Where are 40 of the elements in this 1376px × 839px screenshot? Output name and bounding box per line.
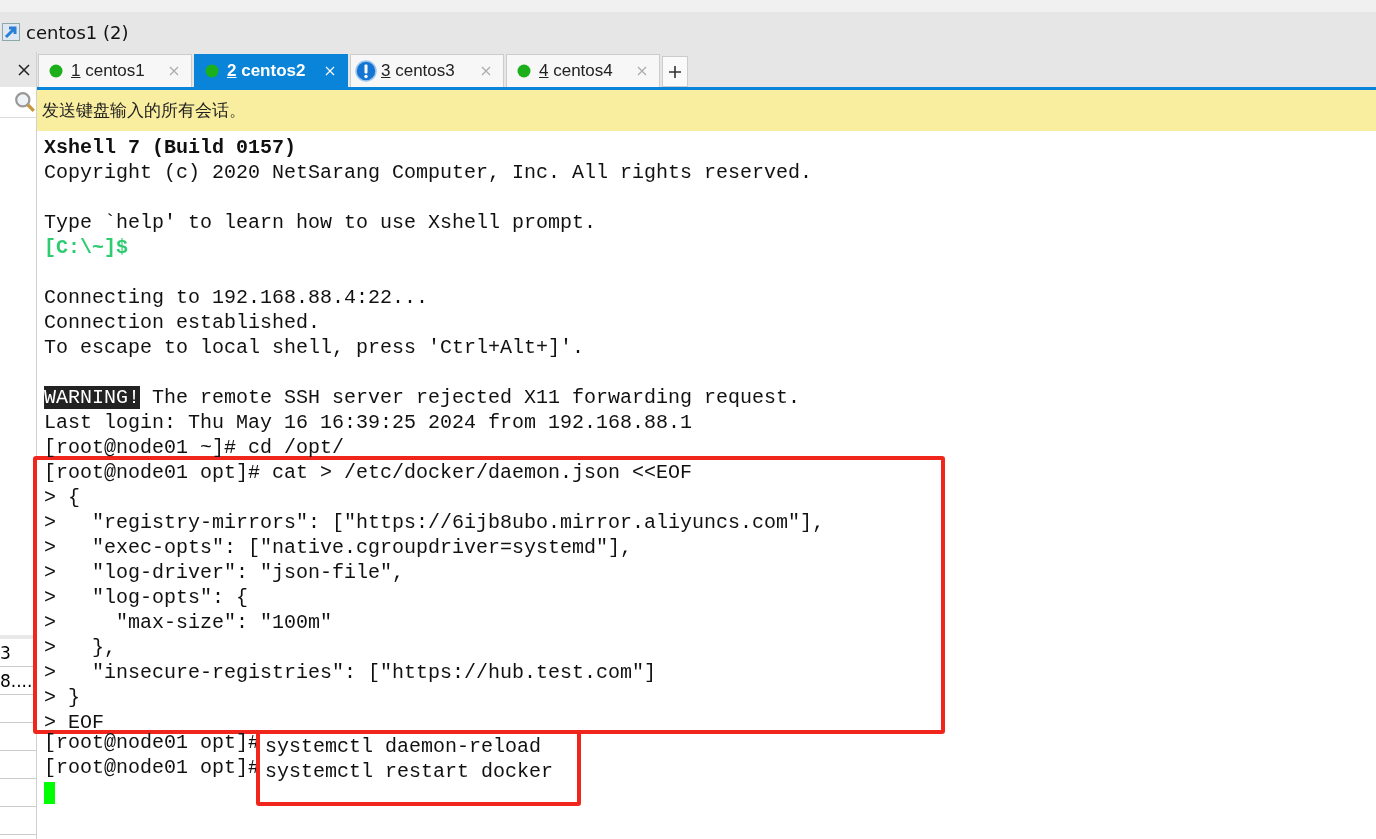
close-icon[interactable] bbox=[18, 63, 30, 76]
list-item[interactable]: 8.... bbox=[0, 670, 33, 691]
window-title: centos1 (2) bbox=[26, 21, 129, 43]
terminal-line: Type `help' to learn how to use Xshell prompt. bbox=[44, 211, 597, 234]
search-icon[interactable] bbox=[14, 91, 36, 113]
terminal-line: > "log-opts": { bbox=[44, 586, 249, 609]
terminal-line: To escape to local shell, press 'Ctrl+Alt+]'. bbox=[44, 336, 585, 359]
terminal-line: > EOF bbox=[44, 711, 104, 734]
terminal-line: > "exec-opts": ["native.cgroupdriver=systemd"], bbox=[44, 536, 633, 559]
notification-banner: 发送键盘输入的所有会话。 bbox=[37, 90, 1376, 131]
terminal-line: The remote SSH server rejected X11 forwarding request. bbox=[151, 386, 801, 409]
terminal-command: systemctl daemon-reload bbox=[265, 735, 542, 758]
terminal-line: [root@node01 opt]# cat > /etc/docker/daemon.json <<EOF bbox=[44, 461, 693, 484]
status-dot-icon bbox=[205, 64, 219, 78]
terminal-line: > "insecure-registries": ["https://hub.test.com"] bbox=[44, 661, 657, 684]
alert-icon bbox=[355, 60, 377, 82]
terminal-line: Connection established. bbox=[44, 311, 321, 334]
terminal-line: > "max-size": "100m" bbox=[44, 611, 333, 634]
terminal-line: [root@node01 ~]# cd /opt/ bbox=[44, 436, 345, 459]
terminal-line: Connecting to 192.168.88.4:22... bbox=[44, 286, 429, 309]
terminal-line: [C:\~]$ bbox=[44, 236, 128, 259]
plus-icon bbox=[669, 65, 681, 78]
session-tab[interactable]: 1 centos1 bbox=[38, 54, 192, 87]
terminal-line: > }, bbox=[44, 636, 116, 659]
terminal-command: systemctl restart docker bbox=[265, 760, 554, 783]
warning-label: WARNING! bbox=[44, 386, 140, 409]
new-tab-button[interactable] bbox=[662, 56, 688, 87]
terminal-line: Copyright (c) 2020 NetSarang Computer, Inc. All rights reserved. bbox=[44, 161, 813, 184]
status-dot-icon bbox=[517, 64, 531, 78]
terminal-line: > { bbox=[44, 486, 80, 509]
session-tab[interactable]: 2 centos2 bbox=[194, 54, 348, 87]
terminal-line: > } bbox=[44, 686, 80, 709]
status-dot-icon bbox=[49, 64, 63, 78]
terminal-line: Last login: Thu May 16 16:39:25 2024 from 192.168.88.1 bbox=[44, 411, 693, 434]
terminal-line: > "registry-mirrors": ["https://6ijb8ubo.mirror.aliyuncs.com"], bbox=[44, 511, 825, 534]
list-item[interactable]: 3 bbox=[0, 642, 11, 663]
terminal-line: Xshell 7 (Build 0157) bbox=[44, 136, 297, 159]
session-tab[interactable]: 4 centos4 bbox=[506, 54, 660, 87]
terminal-line: > "log-driver": "json-file", bbox=[44, 561, 405, 584]
session-tab[interactable]: 3 centos3 bbox=[350, 54, 504, 87]
